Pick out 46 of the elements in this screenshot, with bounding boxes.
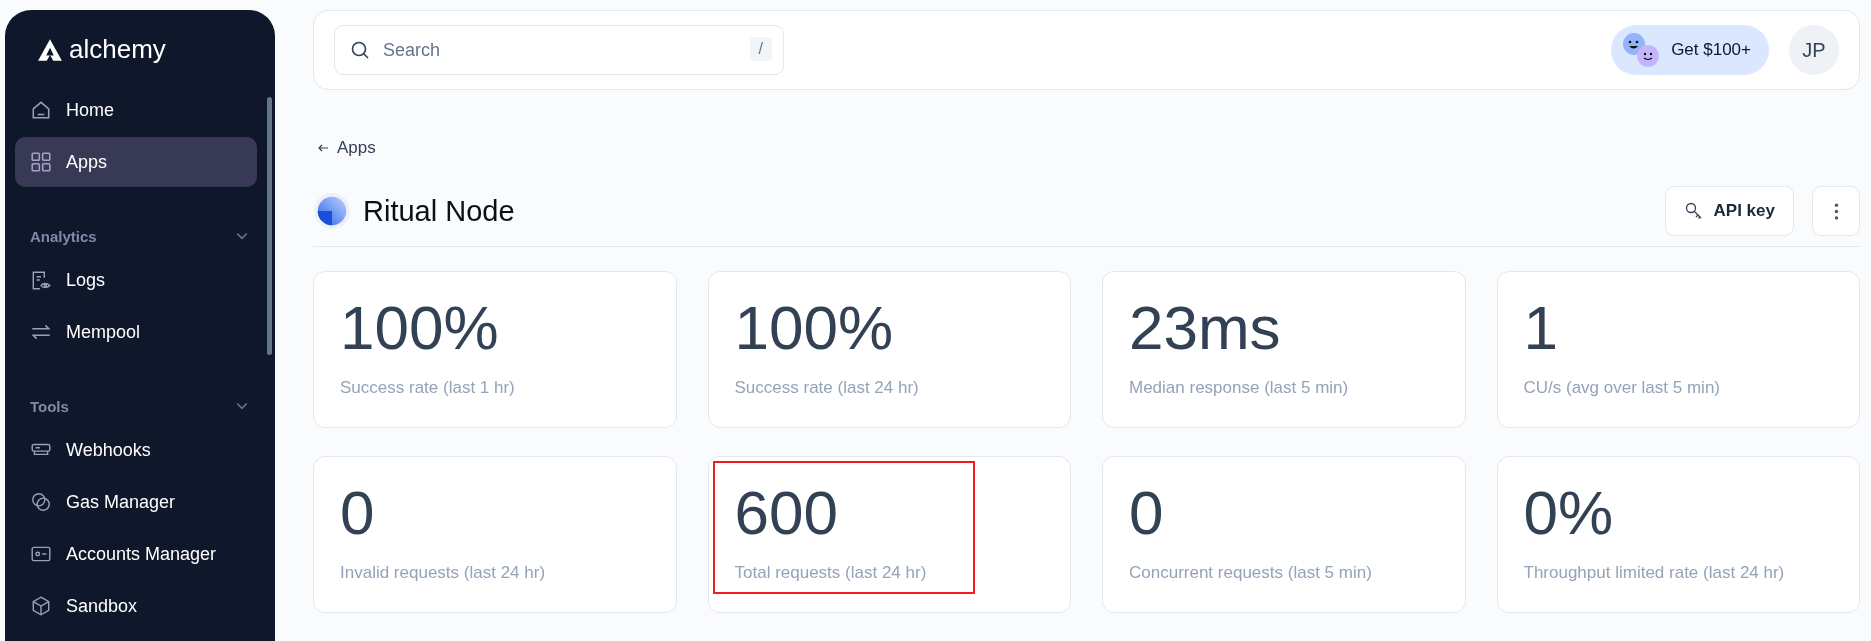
sidebar-item[interactable]: Logs (15, 255, 257, 305)
overlapping-circles-icon (30, 491, 52, 513)
stat-label: Total requests (last 24 hr) (734, 563, 928, 583)
cube-icon (30, 595, 52, 617)
search-icon (350, 40, 370, 60)
referral-button[interactable]: Get $100+ (1611, 25, 1769, 75)
section-heading: Analytics (30, 227, 97, 245)
stat-value: 100% (340, 292, 500, 364)
shortcut-key: / (749, 37, 772, 61)
stat-value: 0 (340, 477, 376, 549)
back-link[interactable]: Apps (317, 138, 376, 158)
smiley-faces-icon (1621, 32, 1662, 68)
stat-label: Invalid requests (last 24 hr) (340, 563, 547, 583)
stat-label: Throughput limited rate (last 24 hr) (1523, 563, 1786, 583)
stat-label: Concurrent requests (last 5 min) (1129, 563, 1373, 583)
stat-label: Median response (last 5 min) (1129, 378, 1350, 398)
grid-icon (30, 151, 52, 173)
logo-icon (37, 37, 63, 62)
stat-value: 1 (1523, 292, 1559, 364)
home-icon (30, 99, 52, 121)
section-heading: Tools (30, 397, 69, 415)
stat-value: 0% (1523, 477, 1615, 549)
sidebar-item[interactable]: Apps (15, 137, 257, 187)
document-eye-icon (30, 269, 52, 291)
logo-text: alchemy (69, 34, 166, 65)
sidebar-item[interactable]: Gas Manager (15, 477, 257, 527)
sidebar-item[interactable]: Home (15, 85, 257, 135)
scrollbar[interactable] (267, 97, 272, 355)
stat-value: 600 (734, 477, 839, 549)
key-icon (1683, 201, 1704, 221)
api-key-button[interactable]: API key (1664, 186, 1794, 236)
more-vertical-icon (1833, 202, 1839, 220)
stat-label: CU/s (avg over last 5 min) (1523, 378, 1721, 398)
sidebar-item[interactable]: Sandbox (15, 581, 257, 631)
sidebar-item[interactable]: Mempool (15, 307, 257, 357)
sidebar-item[interactable]: Accounts Manager (15, 529, 257, 579)
stat-value: 23ms (1129, 292, 1282, 364)
app-logo-icon (313, 192, 351, 230)
sidebar-item[interactable]: Webhooks (15, 425, 257, 475)
stat-label: Success rate (last 1 hr) (340, 378, 516, 398)
app-title: Ritual Node (363, 194, 515, 228)
stat-label: Success rate (last 24 hr) (734, 378, 920, 398)
stat-value: 0 (1129, 477, 1165, 549)
user-avatar[interactable]: JP (1789, 25, 1839, 75)
back-arrow-icon (317, 142, 329, 154)
stat-value: 100% (734, 292, 895, 364)
